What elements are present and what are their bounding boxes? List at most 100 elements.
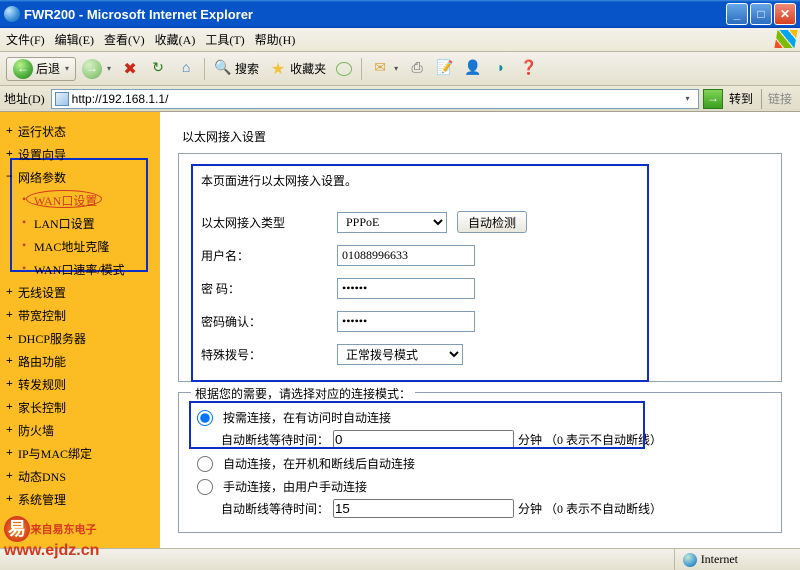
menu-edit[interactable]: 编辑(E) xyxy=(55,31,94,48)
forward-button[interactable]: → ▾ xyxy=(78,57,115,81)
wait1-label: 自动断线等待时间： xyxy=(221,431,329,448)
password-confirm-input[interactable] xyxy=(337,311,475,332)
print-button[interactable]: ⎙ xyxy=(404,57,430,81)
history-button[interactable] xyxy=(332,57,356,81)
address-bar: 地址(D) http://192.168.1.1/ ▾ → 转到 链接 xyxy=(0,86,800,112)
separator xyxy=(761,89,762,109)
sidebar-item[interactable]: 动态DNS xyxy=(0,465,160,488)
special-dial-select[interactable]: 正常拨号模式 xyxy=(337,344,463,365)
password-label: 密 码： xyxy=(201,280,337,297)
page-description: 本页面进行以太网接入设置。 xyxy=(201,172,759,189)
sidebar-item[interactable]: 带宽控制 xyxy=(0,304,160,327)
close-button[interactable]: ✕ xyxy=(774,3,796,25)
chevron-down-icon[interactable]: ▾ xyxy=(680,94,695,103)
conn-mode-legend: 根据您的需要，请选择对应的连接模式： xyxy=(191,385,415,402)
security-zone[interactable]: Internet xyxy=(674,549,794,570)
minimize-button[interactable]: _ xyxy=(726,3,748,25)
menu-file[interactable]: 文件(F) xyxy=(6,31,45,48)
sidebar-item[interactable]: WAN口设置 xyxy=(0,189,160,212)
special-dial-label: 特殊拨号： xyxy=(201,346,337,363)
sidebar-item[interactable]: MAC地址克隆 xyxy=(0,235,160,258)
history-icon xyxy=(336,62,352,76)
wait1-input[interactable] xyxy=(333,430,514,449)
menu-favorites[interactable]: 收藏(A) xyxy=(155,31,196,48)
content: 运行状态设置向导网络参数WAN口设置LAN口设置MAC地址克隆WAN口速率/模式… xyxy=(0,112,800,548)
conn-auto-radio[interactable] xyxy=(197,456,213,472)
sidebar-item[interactable]: 家长控制 xyxy=(0,396,160,419)
selection-ring xyxy=(26,190,102,208)
forward-icon: → xyxy=(82,59,102,79)
username-label: 用户名： xyxy=(201,247,337,264)
wan-type-select[interactable]: PPPoE xyxy=(337,212,447,233)
toolbar: ← 后退 ▾ → ▾ ✖ ↻ ⌂ 🔍 搜索 ★ 收藏夹 ✉▾ ⎙ 📝 👤 ◗ ❓ xyxy=(0,52,800,86)
links-label[interactable]: 链接 xyxy=(768,90,792,107)
wait1-unit: 分钟 （0 表示不自动断线） xyxy=(518,431,662,448)
sidebar-item[interactable]: WAN口速率/模式 xyxy=(0,258,160,281)
zone-label: Internet xyxy=(701,552,738,567)
sidebar-item[interactable]: 设置向导 xyxy=(0,143,160,166)
connection-mode-fieldset: 根据您的需要，请选择对应的连接模式： 按需连接，在有访问时自动连接 自动断线等待… xyxy=(178,392,782,533)
wan-type-label: 以太网接入类型 xyxy=(201,214,337,231)
ie-icon xyxy=(4,6,20,22)
sidebar-item[interactable]: 无线设置 xyxy=(0,281,160,304)
sidebar-item[interactable]: 路由功能 xyxy=(0,350,160,373)
address-field[interactable]: http://192.168.1.1/ ▾ xyxy=(51,89,699,109)
separator xyxy=(361,58,362,80)
favorites-button[interactable]: ★ 收藏夹 xyxy=(265,57,330,81)
menu-help[interactable]: 帮助(H) xyxy=(255,31,296,48)
search-label: 搜索 xyxy=(235,60,259,77)
wait3-input[interactable] xyxy=(333,499,514,518)
sidebar-item[interactable]: 转发规则 xyxy=(0,373,160,396)
search-button[interactable]: 🔍 搜索 xyxy=(210,57,263,81)
wait3-label: 自动断线等待时间： xyxy=(221,500,329,517)
conn-manual-radio[interactable] xyxy=(197,479,213,495)
globe-icon xyxy=(683,553,697,567)
password-confirm-label: 密码确认： xyxy=(201,313,337,330)
password-input[interactable] xyxy=(337,278,475,299)
sidebar-item[interactable]: IP与MAC绑定 xyxy=(0,442,160,465)
conn-auto-label: 自动连接，在开机和断线后自动连接 xyxy=(223,455,415,472)
go-button[interactable]: → xyxy=(703,89,723,109)
sidebar: 运行状态设置向导网络参数WAN口设置LAN口设置MAC地址克隆WAN口速率/模式… xyxy=(0,112,160,548)
star-icon: ★ xyxy=(269,60,287,78)
stop-icon: ✖ xyxy=(121,60,139,78)
settings-fieldset: 本页面进行以太网接入设置。 以太网接入类型 PPPoE 自动检测 用户名： 密 … xyxy=(178,153,782,382)
moon-icon: ◗ xyxy=(492,60,510,78)
help-icon: ❓ xyxy=(520,60,538,78)
home-button[interactable]: ⌂ xyxy=(173,57,199,81)
page-title: 以太网接入设置 xyxy=(178,124,782,153)
back-button[interactable]: ← 后退 ▾ xyxy=(6,57,76,81)
home-icon: ⌂ xyxy=(177,60,195,78)
edit-button[interactable]: 📝 xyxy=(432,57,458,81)
conn-ondemand-radio[interactable] xyxy=(197,410,213,426)
main-pane: 以太网接入设置 本页面进行以太网接入设置。 以太网接入类型 PPPoE 自动检测… xyxy=(160,112,800,548)
sidebar-item[interactable]: 运行状态 xyxy=(0,120,160,143)
mail-button[interactable]: ✉▾ xyxy=(367,57,402,81)
menu-tools[interactable]: 工具(T) xyxy=(205,31,244,48)
windows-flag-icon xyxy=(774,30,797,48)
address-url: http://192.168.1.1/ xyxy=(72,92,677,106)
back-label: 后退 xyxy=(36,60,60,77)
sidebar-item[interactable]: 防火墙 xyxy=(0,419,160,442)
refresh-icon: ↻ xyxy=(149,60,167,78)
stop-button[interactable]: ✖ xyxy=(117,57,143,81)
username-input[interactable] xyxy=(337,245,475,266)
chevron-down-icon: ▾ xyxy=(107,64,111,73)
menu-view[interactable]: 查看(V) xyxy=(104,31,145,48)
messenger-button[interactable]: 👤 xyxy=(460,57,486,81)
help-button[interactable]: ❓ xyxy=(516,57,542,81)
sidebar-item[interactable]: 系统管理 xyxy=(0,488,160,511)
sidebar-item[interactable]: DHCP服务器 xyxy=(0,327,160,350)
favorites-label: 收藏夹 xyxy=(290,60,326,77)
refresh-button[interactable]: ↻ xyxy=(145,57,171,81)
auto-detect-button[interactable]: 自动检测 xyxy=(457,211,527,233)
chevron-down-icon: ▾ xyxy=(65,64,69,73)
menubar: 文件(F) 编辑(E) 查看(V) 收藏(A) 工具(T) 帮助(H) xyxy=(0,28,800,52)
maximize-button[interactable]: □ xyxy=(750,3,772,25)
search-icon: 🔍 xyxy=(214,60,232,78)
sidebar-item[interactable]: 网络参数 xyxy=(0,166,160,189)
research-button[interactable]: ◗ xyxy=(488,57,514,81)
sidebar-item[interactable]: LAN口设置 xyxy=(0,212,160,235)
back-icon: ← xyxy=(13,59,33,79)
go-label[interactable]: 转到 xyxy=(729,90,753,107)
